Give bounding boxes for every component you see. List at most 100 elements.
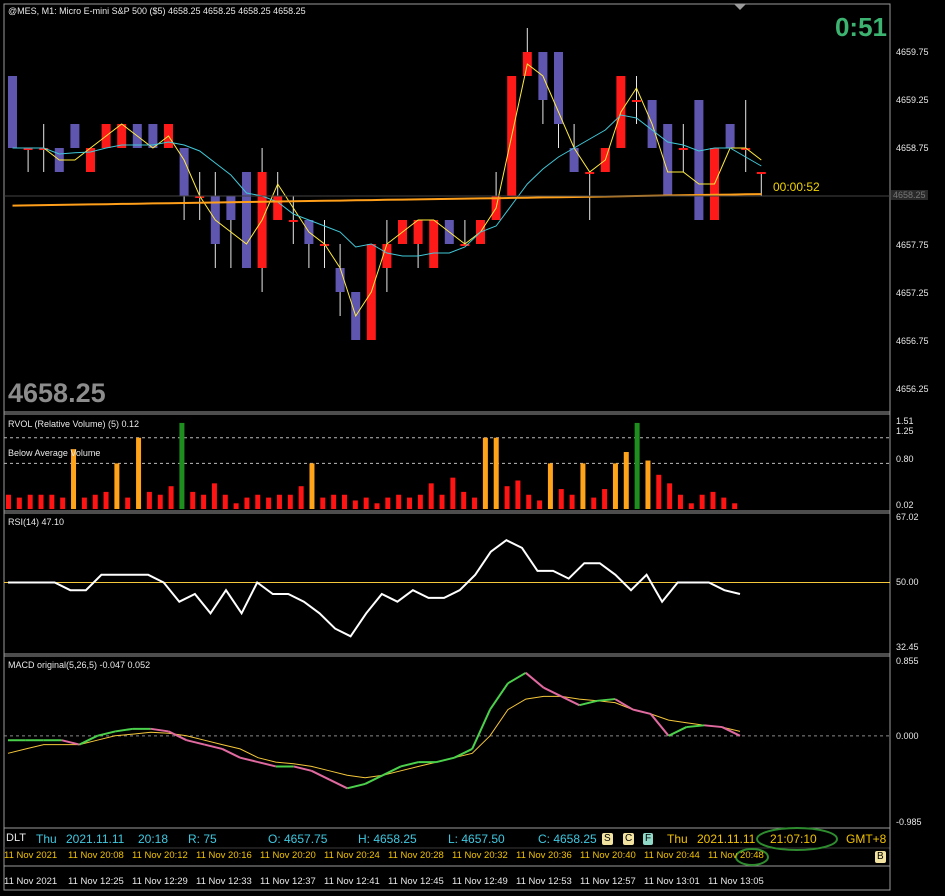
macd-segment bbox=[525, 672, 545, 689]
price-axis-label: 4658.75 bbox=[896, 143, 929, 153]
rvol-bar bbox=[49, 494, 55, 509]
rvol-bar bbox=[439, 494, 445, 509]
macd-axis-label: 0.855 bbox=[896, 656, 919, 666]
time-axis-label: 11 Nov 12:29 bbox=[132, 876, 188, 887]
badge-s[interactable]: S bbox=[602, 833, 613, 845]
candle-body bbox=[273, 196, 283, 220]
rvol-bar bbox=[341, 494, 347, 509]
rvol-bar bbox=[721, 497, 727, 509]
status-date2: 2021.11.11 bbox=[697, 832, 756, 846]
rvol-bar bbox=[244, 497, 250, 509]
rvol-axis-label: 1.51 bbox=[896, 416, 914, 426]
chart-title: @MES, M1: Micro E-mini S&P 500 ($5) 4658… bbox=[8, 6, 306, 16]
badge-f[interactable]: F bbox=[643, 833, 654, 845]
candle-body bbox=[242, 172, 251, 268]
rvol-bar bbox=[276, 494, 282, 509]
status-high: H: 4658.25 bbox=[358, 832, 417, 846]
gmt8-time-label: 11 Nov 20:20 bbox=[260, 850, 316, 861]
macd-segment bbox=[721, 726, 741, 737]
status-time: 20:18 bbox=[138, 832, 169, 846]
macd-axis-label: -0.985 bbox=[896, 817, 922, 827]
rvol-bar bbox=[580, 463, 586, 509]
rvol-bar bbox=[309, 463, 315, 509]
macd-segment bbox=[186, 739, 205, 746]
status-dlt: DLT bbox=[6, 832, 26, 844]
macd-segment bbox=[632, 708, 651, 715]
rvol-bar bbox=[320, 497, 326, 509]
price-chart-svg[interactable] bbox=[0, 0, 945, 896]
time-axis-label: 11 Nov 12:53 bbox=[516, 876, 572, 887]
rvol-bar bbox=[407, 497, 413, 509]
macd-segment bbox=[311, 769, 330, 781]
price-axis-label: 4659.25 bbox=[896, 95, 929, 105]
gmt8-time-label: 11 Nov 20:16 bbox=[196, 850, 252, 861]
macd-segment bbox=[668, 726, 687, 737]
rvol-bar bbox=[450, 477, 456, 509]
macd-segment bbox=[507, 671, 527, 685]
rvol-bar bbox=[667, 483, 673, 509]
time-axis-label: 11 Nov 12:57 bbox=[580, 876, 636, 887]
rvol-bar bbox=[558, 489, 564, 509]
macd-segment bbox=[686, 724, 705, 729]
rvol-bar bbox=[656, 474, 662, 509]
gmt8-time-label: 11 Nov 20:44 bbox=[644, 850, 700, 861]
rvol-bar bbox=[526, 494, 532, 509]
rsi-title: RSI(14) 47.10 bbox=[8, 517, 65, 527]
rvol-bar bbox=[103, 491, 109, 509]
rvol-bar bbox=[27, 494, 33, 509]
gmt8-time-label: 11 Nov 20:12 bbox=[132, 850, 188, 861]
macd-axis-label: 0.000 bbox=[896, 731, 919, 741]
rvol-axis-label: 0.02 bbox=[896, 500, 914, 510]
rvol-bar bbox=[136, 437, 142, 509]
price-tag: 4658.25 bbox=[891, 190, 928, 200]
candle-body bbox=[725, 124, 735, 148]
time-axis: 11 Nov 2021 11 Nov 12:25 11 Nov 12:29 11 No… bbox=[4, 876, 884, 890]
macd-segment bbox=[293, 765, 312, 772]
rvol-bar bbox=[645, 460, 651, 509]
rvol-bar bbox=[504, 486, 510, 509]
rvol-bar bbox=[92, 494, 98, 509]
candle-body bbox=[8, 76, 17, 148]
status-close: C: 4658.25 bbox=[538, 832, 597, 846]
candle-body bbox=[382, 244, 392, 268]
badge-c[interactable]: C bbox=[623, 833, 635, 845]
rsi-axis-label: 67.02 bbox=[896, 512, 919, 522]
gmt8-time-label: 11 Nov 20:24 bbox=[324, 850, 380, 861]
rvol-bar bbox=[157, 494, 163, 509]
macd-segment bbox=[61, 739, 80, 746]
rvol-bar bbox=[677, 494, 683, 509]
badge-b[interactable]: B bbox=[875, 851, 886, 863]
rvol-bar bbox=[211, 483, 217, 509]
rvol-bar bbox=[699, 494, 705, 509]
macd-segment bbox=[257, 761, 277, 768]
rvol-bar bbox=[472, 497, 478, 509]
candle-body bbox=[632, 100, 641, 102]
candle-body bbox=[756, 172, 766, 174]
price-axis-label: 4657.75 bbox=[896, 240, 929, 250]
candle-body bbox=[663, 124, 673, 196]
time-axis-label: 11 Nov 12:25 bbox=[68, 876, 124, 887]
rvol-bar bbox=[16, 497, 22, 509]
rvol-bar bbox=[710, 491, 716, 509]
rvol-bar bbox=[201, 494, 207, 509]
rvol-bar bbox=[266, 497, 272, 509]
macd-segment bbox=[471, 709, 491, 750]
macd-segment bbox=[114, 727, 134, 733]
time-axis-label: 11 Nov 13:01 bbox=[644, 876, 700, 887]
candle-body bbox=[117, 124, 127, 148]
rvol-bar bbox=[255, 494, 261, 509]
rvol-bar bbox=[612, 463, 618, 509]
rvol-bar bbox=[6, 494, 11, 509]
status-open: O: 4657.75 bbox=[268, 832, 328, 846]
rvol-bar bbox=[537, 500, 543, 509]
status-day: Thu bbox=[36, 832, 57, 846]
macd-segment bbox=[453, 748, 473, 759]
macd-segment bbox=[579, 699, 598, 707]
rvol-bar bbox=[190, 491, 196, 509]
shift-triangle-icon[interactable] bbox=[734, 4, 746, 10]
macd-segment bbox=[489, 682, 509, 711]
rvol-bar bbox=[233, 503, 239, 509]
rvol-bar bbox=[417, 494, 423, 509]
candle-body bbox=[70, 124, 80, 148]
trading-chart[interactable]: @MES, M1: Micro E-mini S&P 500 ($5) 4658… bbox=[0, 0, 945, 896]
